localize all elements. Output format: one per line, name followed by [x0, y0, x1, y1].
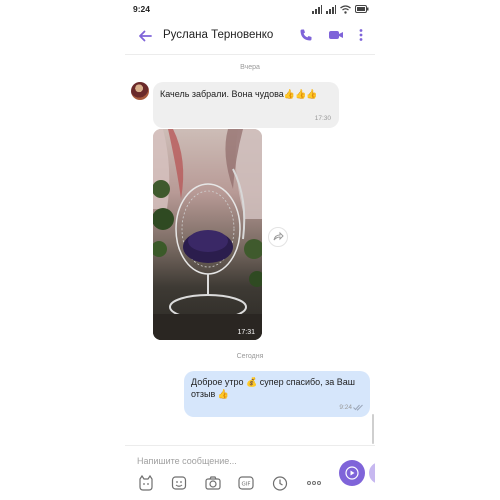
gif-icon[interactable]: GIF — [237, 474, 255, 492]
avatar[interactable] — [131, 82, 149, 100]
wifi-icon — [340, 4, 351, 14]
share-button[interactable] — [268, 227, 288, 247]
sticker-icon[interactable] — [137, 474, 155, 492]
phone-icon[interactable] — [299, 28, 313, 42]
send-button[interactable] — [339, 460, 365, 486]
status-time: 9:24 — [133, 4, 151, 14]
read-receipt-icon — [353, 404, 363, 411]
video-time: 17:31 — [237, 329, 255, 336]
scrollbar[interactable] — [372, 414, 374, 444]
camera-icon[interactable] — [204, 474, 222, 492]
timer-icon[interactable] — [271, 474, 289, 492]
share-icon — [273, 231, 284, 241]
message-text: Качель забрали. Вона чудова👍👍👍 — [160, 89, 318, 99]
message-text: Доброе утро 💰 супер спасибо, за Ваш отзы… — [191, 377, 356, 399]
video-message[interactable]: 17:31 — [153, 129, 262, 340]
battery-icon — [355, 5, 369, 13]
status-icons — [312, 3, 369, 15]
send-button-shadow — [369, 462, 375, 484]
video-thumbnail — [153, 129, 262, 340]
contact-name[interactable]: Руслана Терновенко — [163, 29, 273, 41]
chat-header: Руслана Терновенко — [125, 18, 375, 55]
message-time: 17:30 — [314, 115, 331, 122]
back-arrow-icon[interactable] — [137, 28, 153, 44]
send-icon — [345, 466, 359, 480]
message-input[interactable] — [137, 453, 337, 469]
date-separator-today: Сегодня — [236, 353, 264, 360]
emoji-icon[interactable] — [170, 474, 188, 492]
message-time: 9:24 — [339, 404, 352, 411]
incoming-message[interactable]: Качель забрали. Вона чудова👍👍👍 17:30 — [153, 82, 339, 128]
svg-text:GIF: GIF — [241, 482, 250, 488]
signal-icon — [312, 4, 322, 14]
message-composer: GIF — [125, 445, 375, 500]
status-bar: 9:24 — [125, 0, 375, 18]
signal-icon-2 — [326, 4, 336, 14]
more-horizontal-icon[interactable] — [305, 474, 323, 492]
more-vertical-icon[interactable] — [357, 28, 365, 42]
video-call-icon[interactable] — [328, 28, 344, 42]
outgoing-message[interactable]: Доброе утро 💰 супер спасибо, за Ваш отзы… — [184, 371, 370, 417]
date-separator-yesterday: Вчера — [240, 64, 260, 71]
chat-screen: 9:24 Руслана Терновенко Вчера Качель заб… — [125, 0, 375, 500]
